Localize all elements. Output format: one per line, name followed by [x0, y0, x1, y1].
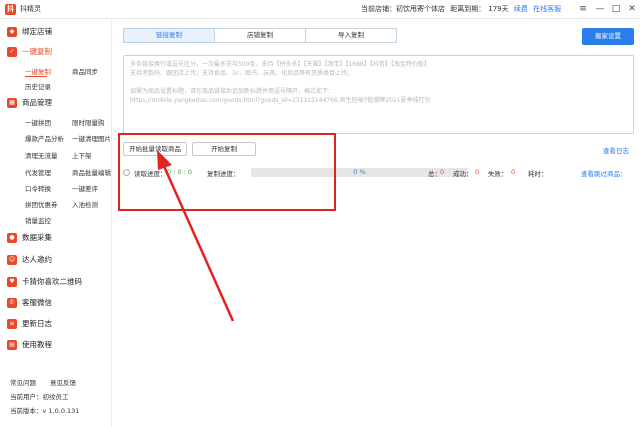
annotation-arrow — [157, 150, 235, 322]
